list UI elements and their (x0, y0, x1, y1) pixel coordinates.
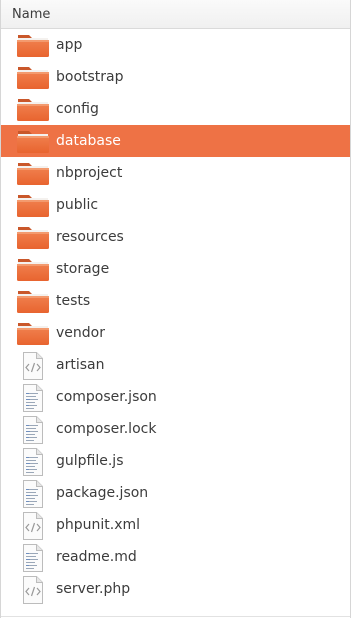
list-item[interactable]: storage (1, 253, 350, 285)
folder-icon (16, 160, 50, 186)
code-file-icon (20, 351, 46, 381)
item-label: bootstrap (56, 69, 124, 85)
text-file-icon (20, 479, 46, 509)
text-file-icon (20, 415, 46, 445)
item-label: tests (56, 293, 91, 309)
folder-icon (16, 96, 50, 122)
list-item[interactable]: tests (1, 285, 350, 317)
file-list-panel: Name app bootstrap config database nbpro… (0, 0, 351, 618)
folder-icon (16, 32, 50, 58)
item-label: resources (56, 229, 124, 245)
name-column-label: Name (12, 7, 51, 22)
code-file-icon (20, 511, 46, 541)
list-item[interactable]: vendor (1, 317, 350, 349)
item-label: vendor (56, 325, 105, 341)
item-label: gulpfile.js (56, 453, 124, 469)
list-item[interactable]: readme.md (1, 541, 350, 573)
item-label: composer.json (56, 389, 157, 405)
folder-icon (16, 224, 50, 250)
folder-icon (16, 256, 50, 282)
bottom-divider (1, 616, 350, 617)
folder-icon (16, 288, 50, 314)
text-file-icon (20, 543, 46, 573)
item-label: public (56, 197, 99, 213)
item-label: readme.md (56, 549, 137, 565)
folder-icon (16, 192, 50, 218)
text-file-icon (20, 383, 46, 413)
list-item[interactable]: nbproject (1, 157, 350, 189)
item-label: artisan (56, 357, 105, 373)
list-item[interactable]: package.json (1, 477, 350, 509)
list-item[interactable]: app (1, 29, 350, 61)
item-label: database (56, 133, 121, 149)
list-item[interactable]: resources (1, 221, 350, 253)
folder-icon (16, 64, 50, 90)
item-label: composer.lock (56, 421, 157, 437)
code-file-icon (20, 575, 46, 605)
item-label: app (56, 37, 83, 53)
item-label: server.php (56, 581, 131, 597)
name-column-header[interactable]: Name (1, 0, 350, 29)
item-label: nbproject (56, 165, 123, 181)
folder-icon (16, 128, 50, 154)
list-item[interactable]: phpunit.xml (1, 509, 350, 541)
list-item[interactable]: server.php (1, 573, 350, 605)
item-label: storage (56, 261, 110, 277)
list-item[interactable]: artisan (1, 349, 350, 381)
folder-icon (16, 320, 50, 346)
item-label: config (56, 101, 99, 117)
item-label: package.json (56, 485, 149, 501)
list-item[interactable]: composer.json (1, 381, 350, 413)
list-item[interactable]: database (1, 125, 350, 157)
file-list: app bootstrap config database nbproject … (1, 29, 350, 605)
item-label: phpunit.xml (56, 517, 141, 533)
list-item[interactable]: bootstrap (1, 61, 350, 93)
list-item[interactable]: config (1, 93, 350, 125)
list-item[interactable]: public (1, 189, 350, 221)
list-item[interactable]: composer.lock (1, 413, 350, 445)
text-file-icon (20, 447, 46, 477)
list-item[interactable]: gulpfile.js (1, 445, 350, 477)
